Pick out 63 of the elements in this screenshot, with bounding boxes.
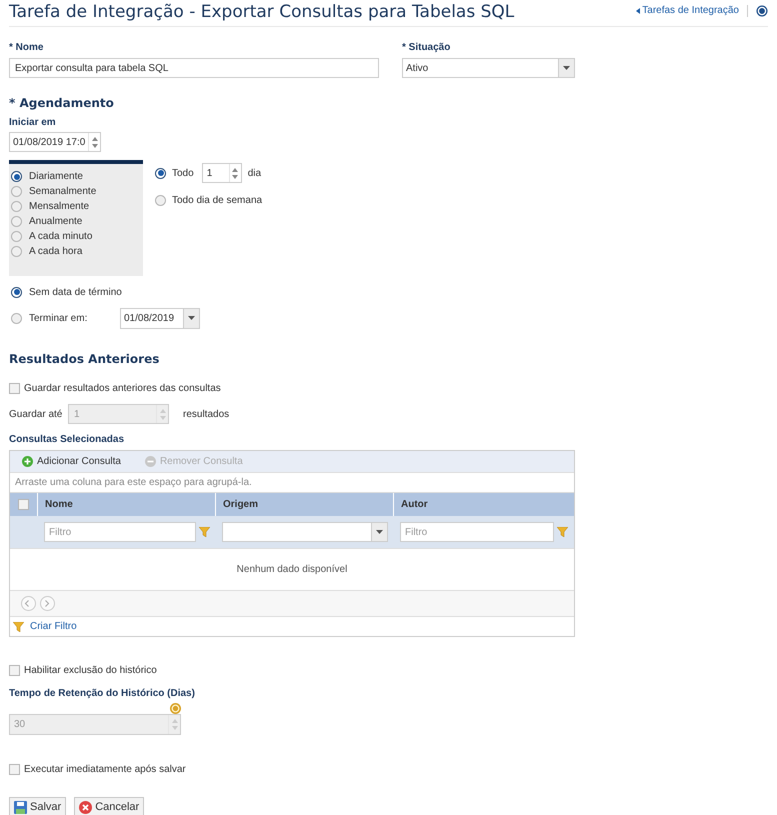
name-input[interactable]: Exportar consulta para tabela SQL xyxy=(9,58,379,78)
page-title: Tarefa de Integração - Exportar Consultas para Tabelas SQL xyxy=(9,1,514,24)
radio-label: Todo dia de semana xyxy=(172,194,262,208)
plus-icon xyxy=(22,456,33,467)
radio-button[interactable] xyxy=(11,186,22,197)
checkbox[interactable] xyxy=(18,499,29,510)
unit-label: resultados xyxy=(183,408,230,422)
checkbox[interactable] xyxy=(9,764,20,775)
radio-button[interactable] xyxy=(11,246,22,257)
radio-button[interactable] xyxy=(11,171,22,182)
radio-label: Semanalmente xyxy=(29,186,96,197)
radio-label: Diariamente xyxy=(29,171,83,182)
add-query-button[interactable]: Adicionar Consulta xyxy=(22,454,121,469)
field-label: Guardar até xyxy=(9,408,64,422)
create-filter-link[interactable]: Criar Filtro xyxy=(10,616,574,636)
radio-label: Todo xyxy=(172,166,194,180)
interval-input[interactable]: 1 xyxy=(202,163,242,183)
column-header[interactable]: Autor xyxy=(394,493,574,516)
minus-icon xyxy=(144,456,156,467)
next-page-icon[interactable] xyxy=(40,596,55,611)
previous-page-icon[interactable] xyxy=(21,596,36,611)
filter-icon[interactable] xyxy=(13,622,24,632)
section-heading: Resultados Anteriores xyxy=(9,351,160,368)
section-heading: * Agendamento xyxy=(9,95,115,112)
cancel-button[interactable]: Cancelar xyxy=(74,797,144,815)
radio-label: A cada minuto xyxy=(29,231,92,242)
checkbox-label: Guardar resultados anteriores das consultas xyxy=(24,382,221,396)
radio-label: Anualmente xyxy=(29,216,82,227)
radio-button[interactable] xyxy=(11,312,22,324)
radio-button[interactable] xyxy=(155,195,166,206)
field-label: * Nome xyxy=(9,41,44,55)
spinner-arrows-icon[interactable] xyxy=(228,164,241,182)
radio-label: Sem data de término xyxy=(29,286,122,300)
field-label: * Situação xyxy=(402,41,452,55)
field-label: Tempo de Retenção do Histórico (Dias) xyxy=(9,687,196,701)
radio-label: Terminar em: xyxy=(29,312,88,326)
dropdown-caret-icon[interactable] xyxy=(371,523,387,541)
radio-button[interactable] xyxy=(11,231,22,242)
filter-input[interactable]: Filtro xyxy=(400,522,554,542)
field-label: Iniciar em xyxy=(9,116,57,130)
end-date-select[interactable]: 01/08/2019 xyxy=(120,308,200,328)
breadcrumb-link[interactable]: Tarefas de Integração xyxy=(636,3,739,18)
radio-button[interactable] xyxy=(11,216,22,227)
section-subheading: Consultas Selecionadas xyxy=(9,433,126,447)
dropdown-caret-icon[interactable] xyxy=(183,308,199,328)
cancel-icon xyxy=(79,801,92,814)
radio-label: Mensalmente xyxy=(29,201,90,212)
checkbox-label: Executar imediatamente após salvar xyxy=(24,763,186,777)
filter-input[interactable]: Filtro xyxy=(44,522,196,542)
start-date-input[interactable]: 01/08/2019 17:0 xyxy=(9,132,101,152)
filter-icon[interactable] xyxy=(199,527,210,537)
filter-icon[interactable] xyxy=(557,527,568,537)
radio-button[interactable] xyxy=(11,286,22,298)
unit-label: dia xyxy=(248,166,262,180)
radio-button[interactable] xyxy=(11,201,22,212)
status-select[interactable]: Ativo xyxy=(402,58,575,78)
radio-button[interactable] xyxy=(155,168,166,178)
back-arrow-icon xyxy=(636,8,640,14)
save-button[interactable]: Salvar xyxy=(9,797,66,815)
spinner-arrows-icon[interactable] xyxy=(88,133,100,151)
dropdown-caret-icon[interactable] xyxy=(558,59,574,77)
checkbox-label: Habilitar exclusão do histórico xyxy=(24,664,157,678)
radio-label: A cada hora xyxy=(29,246,82,257)
